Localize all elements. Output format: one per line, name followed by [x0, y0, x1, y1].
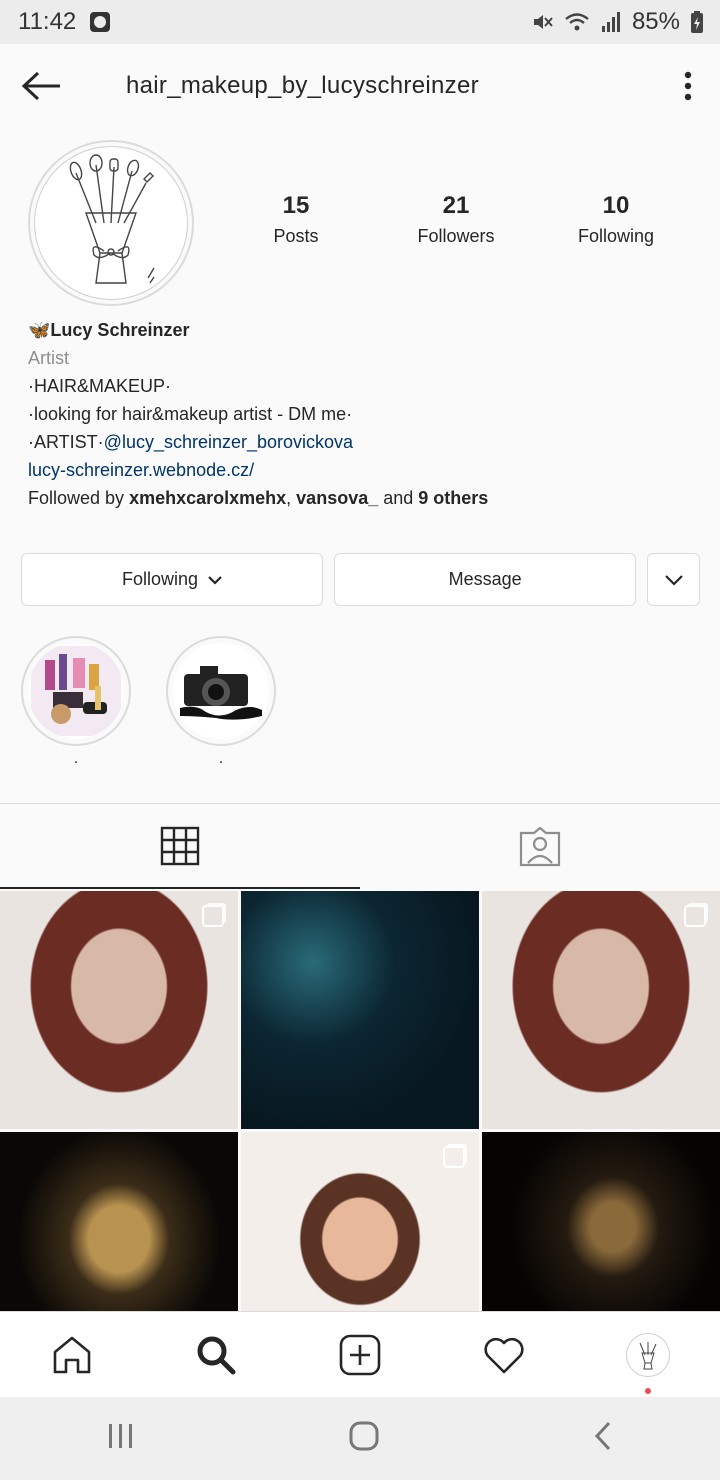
- profile-category: Artist: [28, 348, 70, 368]
- system-nav-bar: [0, 1397, 720, 1480]
- back-chevron-icon: [595, 1421, 611, 1451]
- mute-icon: [533, 15, 553, 29]
- website-link[interactable]: lucy-schreinzer.webnode.cz/: [28, 456, 708, 484]
- story-highlights: . .: [21, 636, 276, 772]
- nav-profile[interactable]: [576, 1312, 720, 1398]
- following-button-label: Following: [122, 569, 199, 589]
- stat-posts[interactable]: 15 Posts: [216, 192, 376, 247]
- multiple-posts-icon: [443, 1146, 465, 1168]
- profile-stats: 15 Posts 21 Followers 10 Following: [216, 192, 716, 247]
- message-button[interactable]: Message: [334, 553, 637, 606]
- status-bar: 11:42 85%: [0, 0, 720, 44]
- profile-name-row: 🦋 Lucy Schreinzer: [28, 316, 708, 344]
- bio-line: ·looking for hair&makeup artist - DM me·: [28, 404, 353, 424]
- nav-search[interactable]: [144, 1312, 288, 1398]
- signal-icon: [601, 12, 620, 32]
- camera-icon: [176, 646, 266, 736]
- posts-grid: [0, 891, 720, 1370]
- recent-apps-button[interactable]: [107, 1423, 135, 1454]
- status-icons: 85%: [530, 8, 704, 36]
- highlight-cover: [173, 643, 269, 739]
- profile-bio: 🦋 Lucy Schreinzer Artist ·HAIR&MAKEUP· ·…: [28, 316, 708, 512]
- suggested-users-button[interactable]: [647, 553, 700, 606]
- more-vertical-icon: [684, 71, 692, 101]
- bio-prefix: ·ARTIST·: [28, 432, 104, 452]
- stat-following[interactable]: 10 Following: [536, 192, 696, 247]
- multiple-posts-icon: [202, 905, 224, 927]
- bottom-nav: [0, 1311, 720, 1397]
- stat-posts-label: Posts: [273, 226, 319, 246]
- status-time: 11:42: [18, 8, 77, 35]
- back-arrow-icon: [21, 71, 60, 101]
- tab-tagged[interactable]: [360, 804, 720, 889]
- nav-activity[interactable]: [432, 1312, 576, 1398]
- cosmetics-icon: [31, 646, 121, 736]
- makeup-brush-bouquet-icon: [69, 154, 155, 284]
- home-circle-icon: [349, 1421, 379, 1451]
- profile-username: hair_makeup_by_lucyschreinzer: [126, 72, 479, 99]
- profile-header: hair_makeup_by_lucyschreinzer: [0, 44, 720, 128]
- profile-tabs: [0, 803, 720, 889]
- profile-avatar-small: [626, 1332, 670, 1377]
- nav-home[interactable]: [0, 1312, 144, 1398]
- back-button[interactable]: [0, 44, 84, 128]
- clock-icon: [90, 12, 111, 32]
- post-thumbnail[interactable]: [0, 891, 238, 1129]
- butterfly-icon: 🦋: [28, 320, 51, 340]
- notification-dot: [645, 1387, 651, 1394]
- home-icon: [53, 1336, 91, 1373]
- followed-by[interactable]: Followed by xmehxcarolxmehx, vansova_ an…: [28, 484, 708, 512]
- following-button[interactable]: Following: [21, 553, 324, 606]
- wifi-icon: [565, 13, 589, 31]
- nav-add-post[interactable]: [288, 1312, 432, 1398]
- bio-mention-link[interactable]: @lucy_schreinzer_borovickova: [104, 432, 353, 452]
- profile-name: Lucy Schreinzer: [50, 320, 190, 340]
- highlight-label: .: [73, 750, 79, 767]
- heart-icon: [484, 1337, 524, 1373]
- followed-by-user: vansova_: [296, 488, 379, 508]
- followed-by-prefix: Followed by: [28, 488, 130, 508]
- highlight-cover: [28, 643, 124, 739]
- chevron-down-icon: [208, 575, 222, 585]
- stat-following-count: 10: [602, 192, 630, 219]
- avatar-image: [34, 146, 188, 300]
- stat-posts-count: 15: [282, 192, 310, 219]
- followed-by-others: 9 others: [418, 488, 489, 508]
- post-thumbnail[interactable]: [241, 891, 479, 1129]
- followed-by-sep: ,: [286, 488, 297, 508]
- search-icon: [197, 1336, 236, 1374]
- grid-icon: [160, 826, 200, 865]
- battery-percent: 85%: [631, 8, 680, 35]
- message-button-label: Message: [448, 569, 522, 589]
- makeup-brush-bouquet-icon: [639, 1341, 657, 1369]
- highlight-label: .: [218, 750, 224, 767]
- back-system-button[interactable]: [593, 1421, 613, 1456]
- highlight-item[interactable]: .: [166, 636, 276, 772]
- highlight-item[interactable]: .: [21, 636, 131, 772]
- tagged-person-icon: [519, 826, 561, 866]
- bio-line: ·HAIR&MAKEUP·: [28, 376, 172, 396]
- post-thumbnail[interactable]: [482, 891, 720, 1129]
- home-system-button[interactable]: [348, 1420, 380, 1457]
- recent-apps-icon: [108, 1424, 132, 1448]
- stat-followers[interactable]: 21 Followers: [376, 192, 536, 247]
- more-options-button[interactable]: [656, 44, 720, 128]
- multiple-posts-icon: [684, 905, 706, 927]
- stat-followers-label: Followers: [417, 226, 495, 246]
- stat-following-label: Following: [577, 226, 655, 246]
- followed-by-and: and: [378, 488, 419, 508]
- profile-actions: Following Message: [21, 553, 700, 606]
- stat-followers-count: 21: [442, 192, 470, 219]
- tab-grid[interactable]: [0, 804, 360, 889]
- chevron-down-icon: [664, 574, 683, 586]
- highlight-ring: [166, 636, 276, 746]
- battery-icon: [691, 11, 703, 33]
- profile-avatar[interactable]: [28, 140, 194, 306]
- followed-by-user: xmehxcarolxmehx: [129, 488, 287, 508]
- add-post-icon: [339, 1334, 381, 1375]
- highlight-ring: [21, 636, 131, 746]
- bio-line: ·ARTIST·@lucy_schreinzer_borovickova: [28, 428, 708, 456]
